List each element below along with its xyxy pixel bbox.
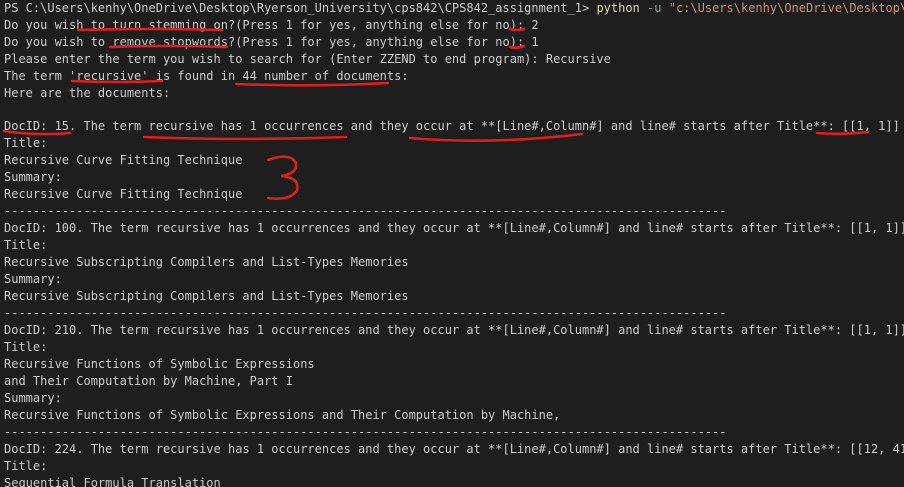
stemming-prompt-line: Do you wish to turn stemming on?(Press 1…: [4, 18, 539, 32]
doc-header-line: DocID: 224. The term recursive has 1 occ…: [4, 442, 904, 456]
title-text-line: Sequential Formula Translation: [4, 476, 221, 487]
search-term-prompt-line: Please enter the term you wish to search…: [4, 52, 611, 66]
title-text-line: and Their Computation by Machine, Part I: [4, 374, 293, 388]
summary-text-line: Recursive Curve Fitting Technique: [4, 187, 243, 201]
separator-line: ----------------------------------------…: [4, 204, 727, 218]
summary-text-line: Recursive Functions of Symbolic Expressi…: [4, 408, 561, 422]
result-count-line: The term 'recursive' is found in 44 numb…: [4, 69, 409, 83]
summary-text-line: Recursive Subscripting Compilers and Lis…: [4, 289, 409, 303]
command-line: PS C:\Users\kenhy\OneDrive\Desktop\Ryers…: [4, 0, 904, 17]
summary-label-line: Summary:: [4, 391, 62, 405]
doc-header-line: DocID: 210. The term recursive has 1 occ…: [4, 323, 904, 337]
title-text-line: Recursive Curve Fitting Technique: [4, 153, 243, 167]
command-flag: -u: [647, 1, 662, 15]
terminal-output[interactable]: PS C:\Users\kenhy\OneDrive\Desktop\Ryers…: [4, 0, 904, 487]
doc-header-line: DocID: 100. The term recursive has 1 occ…: [4, 221, 904, 235]
stopwords-prompt-line: Do you wish to remove stopwords?(Press 1…: [4, 35, 539, 49]
separator-line: ----------------------------------------…: [4, 425, 727, 439]
doc-header-line: DocID: 15. The term recursive has 1 occu…: [4, 119, 900, 133]
summary-label-line: Summary:: [4, 272, 62, 286]
title-label-line: Title:: [4, 459, 48, 473]
separator-line: ----------------------------------------…: [4, 306, 727, 320]
summary-label-line: Summary:: [4, 170, 62, 184]
shell-prompt: PS C:\Users\kenhy\OneDrive\Desktop\Ryers…: [4, 1, 590, 15]
title-label-line: Title:: [4, 238, 48, 252]
title-text-line: Recursive Functions of Symbolic Expressi…: [4, 357, 315, 371]
title-label-line: Title:: [4, 340, 48, 354]
documents-heading-line: Here are the documents:: [4, 86, 171, 100]
title-text-line: Recursive Subscripting Compilers and Lis…: [4, 255, 409, 269]
title-label-line: Title:: [4, 136, 48, 150]
command-name: python: [596, 1, 640, 15]
command-path: "c:\Users\kenhy\OneDrive\Desktop\Ryerson…: [668, 1, 904, 15]
